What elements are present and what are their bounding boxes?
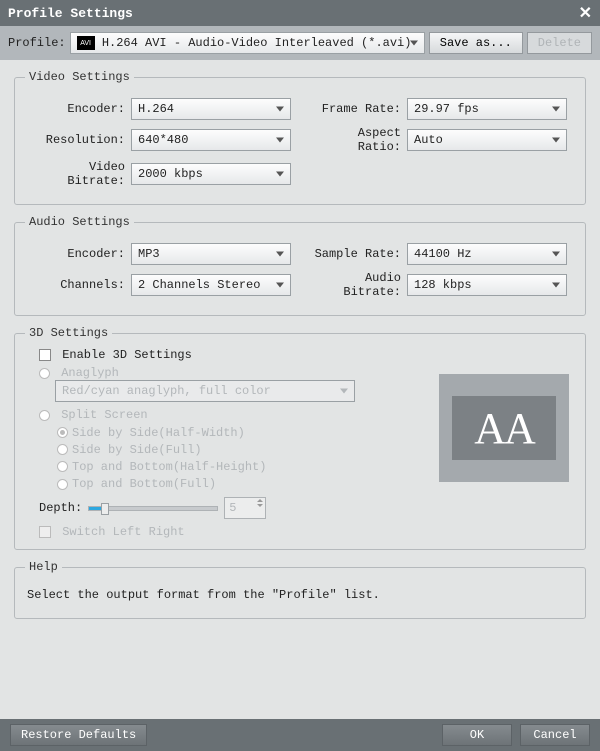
audio-bitrate-combo[interactable]: 128 kbps: [407, 274, 567, 296]
audio-legend: Audio Settings: [25, 215, 134, 229]
samplerate-combo[interactable]: 44100 Hz: [407, 243, 567, 265]
audio-bitrate-label: Audio Bitrate:: [311, 271, 401, 299]
sbs-full-radio: [57, 444, 68, 455]
video-encoder-label: Encoder:: [25, 102, 125, 116]
sbs-half-radio: [57, 427, 68, 438]
cancel-button[interactable]: Cancel: [520, 724, 590, 746]
help-legend: Help: [25, 560, 62, 574]
audio-encoder-label: Encoder:: [25, 247, 125, 261]
close-icon[interactable]: ✕: [579, 3, 592, 23]
3d-settings-group: 3D Settings Enable 3D Settings Anaglyph …: [14, 326, 586, 550]
chevron-down-icon: [552, 283, 560, 288]
framerate-combo[interactable]: 29.97 fps: [407, 98, 567, 120]
video-encoder-combo[interactable]: H.264: [131, 98, 291, 120]
audio-encoder-combo[interactable]: MP3: [131, 243, 291, 265]
help-group: Help Select the output format from the "…: [14, 560, 586, 619]
profile-value: H.264 AVI - Audio-Video Interleaved (*.a…: [102, 36, 412, 50]
video-bitrate-combo[interactable]: 2000 kbps: [131, 163, 291, 185]
3d-preview: AA: [439, 374, 569, 482]
tb-full-radio: [57, 479, 68, 490]
chevron-down-icon: [552, 107, 560, 112]
help-text: Select the output format from the "Profi…: [25, 582, 575, 608]
channels-label: Channels:: [25, 278, 125, 292]
channels-combo[interactable]: 2 Channels Stereo: [131, 274, 291, 296]
ok-button[interactable]: OK: [442, 724, 512, 746]
chevron-down-icon: [410, 41, 418, 46]
profile-combo[interactable]: AVI H.264 AVI - Audio-Video Interleaved …: [70, 32, 425, 54]
resolution-combo[interactable]: 640*480: [131, 129, 291, 151]
samplerate-label: Sample Rate:: [311, 247, 401, 261]
footer: Restore Defaults OK Cancel: [0, 719, 600, 751]
switch-lr-checkbox: [39, 526, 51, 538]
video-legend: Video Settings: [25, 70, 134, 84]
video-settings-group: Video Settings Encoder: H.264 Frame Rate…: [14, 70, 586, 205]
switch-lr-label: Switch Left Right: [62, 525, 184, 539]
restore-defaults-button[interactable]: Restore Defaults: [10, 724, 147, 746]
save-as-button[interactable]: Save as...: [429, 32, 523, 54]
window-title: Profile Settings: [8, 6, 133, 21]
chevron-down-icon: [276, 107, 284, 112]
anaglyph-label: Anaglyph: [61, 366, 119, 380]
chevron-down-icon: [276, 138, 284, 143]
resolution-label: Resolution:: [25, 133, 125, 147]
anaglyph-combo: Red/cyan anaglyph, full color: [55, 380, 355, 402]
video-bitrate-label: Video Bitrate:: [25, 160, 125, 188]
chevron-down-icon: [552, 252, 560, 257]
aspect-label: Aspect Ratio:: [311, 126, 401, 154]
profile-row: Profile: AVI H.264 AVI - Audio-Video Int…: [0, 26, 600, 60]
slider-thumb[interactable]: [101, 503, 109, 515]
chevron-down-icon: [276, 172, 284, 177]
aspect-combo[interactable]: Auto: [407, 129, 567, 151]
depth-label: Depth:: [39, 501, 82, 515]
3d-legend: 3D Settings: [25, 326, 112, 340]
chevron-down-icon: [276, 283, 284, 288]
tb-half-radio: [57, 461, 68, 472]
delete-button: Delete: [527, 32, 592, 54]
chevron-down-icon: [340, 389, 348, 394]
enable-3d-label: Enable 3D Settings: [62, 348, 192, 362]
depth-spinner: 5: [224, 497, 266, 519]
titlebar: Profile Settings ✕: [0, 0, 600, 26]
profile-settings-window: Profile Settings ✕ Profile: AVI H.264 AV…: [0, 0, 600, 751]
enable-3d-checkbox[interactable]: [39, 349, 51, 361]
dialog-body: Video Settings Encoder: H.264 Frame Rate…: [0, 60, 600, 719]
chevron-down-icon: [276, 252, 284, 257]
split-label: Split Screen: [61, 408, 147, 422]
depth-slider[interactable]: [88, 506, 218, 511]
framerate-label: Frame Rate:: [311, 102, 401, 116]
profile-label: Profile:: [8, 36, 66, 50]
anaglyph-radio: [39, 368, 50, 379]
audio-settings-group: Audio Settings Encoder: MP3 Sample Rate:…: [14, 215, 586, 316]
chevron-down-icon: [552, 138, 560, 143]
avi-icon: AVI: [77, 36, 95, 50]
split-radio: [39, 410, 50, 421]
